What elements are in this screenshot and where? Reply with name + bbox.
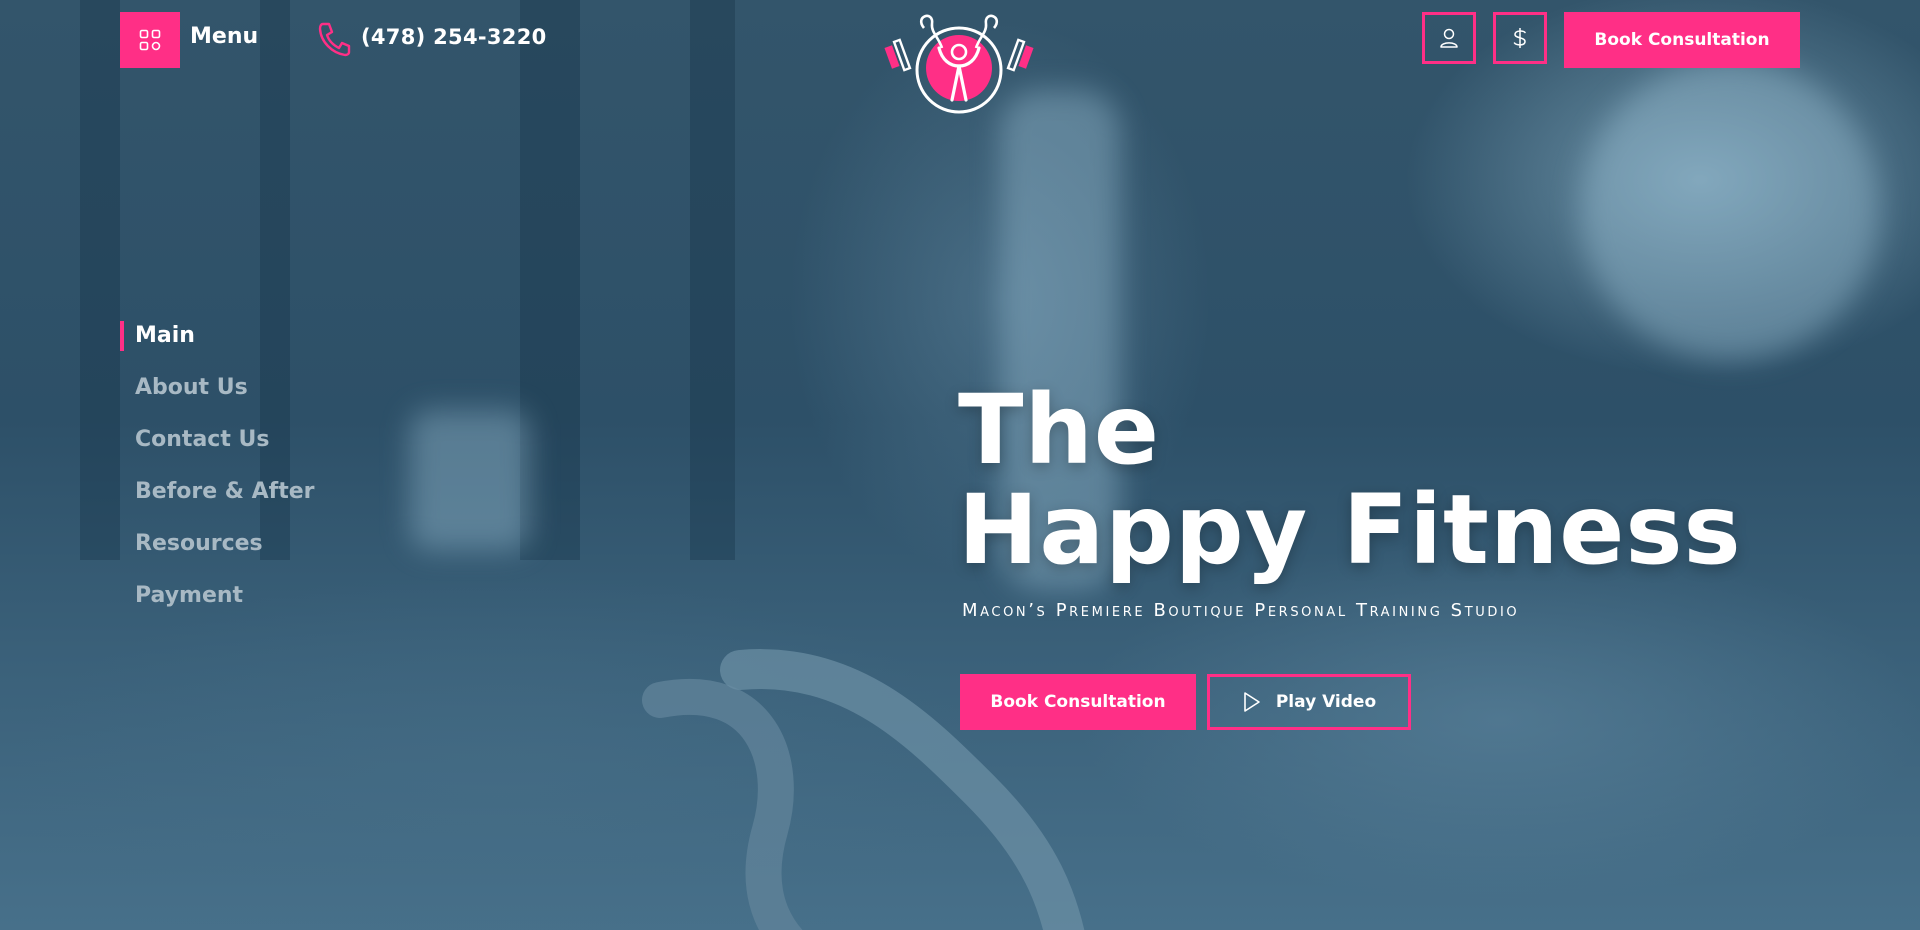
play-video-button[interactable]: Play Video bbox=[1207, 674, 1411, 730]
phone-number-link[interactable]: (478) 254-3220 bbox=[361, 25, 547, 49]
hero-title: The Happy Fitness bbox=[958, 380, 1742, 580]
side-nav-item-payment[interactable]: Payment bbox=[120, 578, 315, 630]
play-icon bbox=[1244, 692, 1260, 712]
grid-icon bbox=[139, 29, 161, 51]
hero-title-line-2: Happy Fitness bbox=[958, 474, 1742, 586]
happy-fitness-logo[interactable] bbox=[884, 8, 1034, 116]
pricing-button[interactable] bbox=[1493, 12, 1547, 64]
phone-icon[interactable] bbox=[316, 20, 352, 58]
side-nav-item-resources[interactable]: Resources bbox=[120, 526, 315, 578]
book-consultation-header-button[interactable]: Book Consultation bbox=[1564, 12, 1800, 68]
menu-button[interactable] bbox=[120, 12, 180, 68]
hero-title-line-1: The bbox=[958, 374, 1160, 486]
side-nav-item-before-after[interactable]: Before & After bbox=[120, 474, 315, 526]
play-video-label: Play Video bbox=[1275, 692, 1377, 712]
side-nav-item-main[interactable]: Main bbox=[120, 318, 315, 370]
side-nav-item-about-us[interactable]: About Us bbox=[120, 370, 315, 422]
book-consultation-hero-button[interactable]: Book Consultation bbox=[960, 674, 1196, 730]
menu-label[interactable]: Menu bbox=[190, 24, 258, 49]
dollar-icon bbox=[1513, 28, 1526, 48]
hero-subtitle: Macon’s Premiere Boutique Personal Train… bbox=[962, 600, 1520, 621]
side-nav-item-contact-us[interactable]: Contact Us bbox=[120, 422, 315, 474]
side-nav: Main About Us Contact Us Before & After … bbox=[120, 318, 315, 630]
account-button[interactable] bbox=[1422, 12, 1476, 64]
user-icon bbox=[1440, 28, 1458, 48]
